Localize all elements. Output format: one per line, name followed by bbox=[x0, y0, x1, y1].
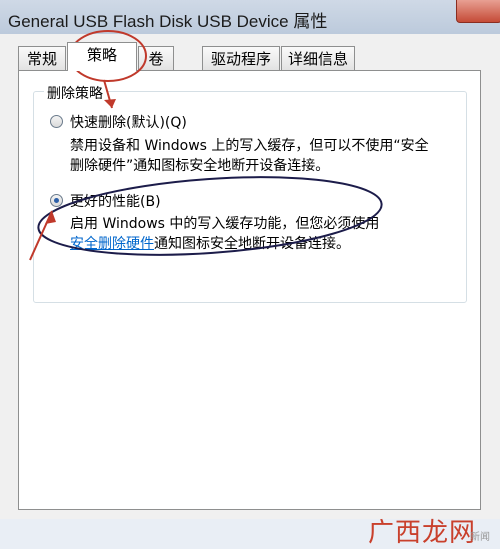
tab-panel-policies: 删除策略 快速删除(默认)(Q) 禁用设备和 Windows 上的写入缓存，但可… bbox=[18, 70, 481, 510]
tab-driver[interactable]: 驱动程序 bbox=[202, 46, 280, 70]
removal-policy-group: 删除策略 快速删除(默认)(Q) 禁用设备和 Windows 上的写入缓存，但可… bbox=[33, 83, 467, 303]
tab-policies[interactable]: 策略 bbox=[67, 42, 137, 71]
safely-remove-hardware-link[interactable]: 安全删除硬件 bbox=[70, 236, 154, 252]
better-performance-desc-line1: 启用 Windows 中的写入缓存功能，但您必须使用 bbox=[70, 216, 380, 232]
better-performance-desc-line2: 安全删除硬件通知图标安全地断开设备连接。 bbox=[70, 234, 379, 254]
better-performance-label[interactable]: 更好的性能(B) bbox=[70, 191, 161, 211]
quick-removal-radio[interactable] bbox=[50, 115, 63, 128]
quick-removal-desc-line2: 删除硬件”通知图标安全地断开设备连接。 bbox=[70, 158, 330, 174]
title-bar: General USB Flash Disk USB Device 属性 bbox=[0, 0, 500, 35]
better-performance-desc-line2-rest: 通知图标安全地断开设备连接。 bbox=[154, 236, 350, 252]
quick-removal-label[interactable]: 快速删除(默认)(Q) bbox=[70, 112, 187, 132]
better-performance-description: 启用 Windows 中的写入缓存功能，但您必须使用 安全删除硬件通知图标安全地… bbox=[70, 214, 379, 254]
watermark-logo-text: 广西龙网 bbox=[368, 518, 477, 548]
dialog-client-area: 常规 策略 卷 驱动程序 详细信息 删除策略 快速删除(默认)(Q) 禁用设备和… bbox=[0, 34, 500, 548]
tab-general[interactable]: 常规 bbox=[18, 46, 66, 70]
quick-removal-desc-line1: 禁用设备和 Windows 上的写入缓存，但可以不使用“安全 bbox=[70, 138, 429, 154]
quick-removal-description: 禁用设备和 Windows 上的写入缓存，但可以不使用“安全 删除硬件”通知图标… bbox=[70, 136, 429, 176]
better-performance-radio[interactable] bbox=[50, 194, 63, 207]
close-button[interactable] bbox=[456, 0, 500, 23]
group-label: 删除策略 bbox=[44, 83, 106, 103]
window-title: General USB Flash Disk USB Device 属性 bbox=[8, 12, 328, 31]
tab-details[interactable]: 详细信息 bbox=[281, 46, 355, 70]
watermark-sub-text: 新闻 bbox=[470, 532, 490, 543]
tab-volumes[interactable]: 卷 bbox=[138, 46, 174, 70]
